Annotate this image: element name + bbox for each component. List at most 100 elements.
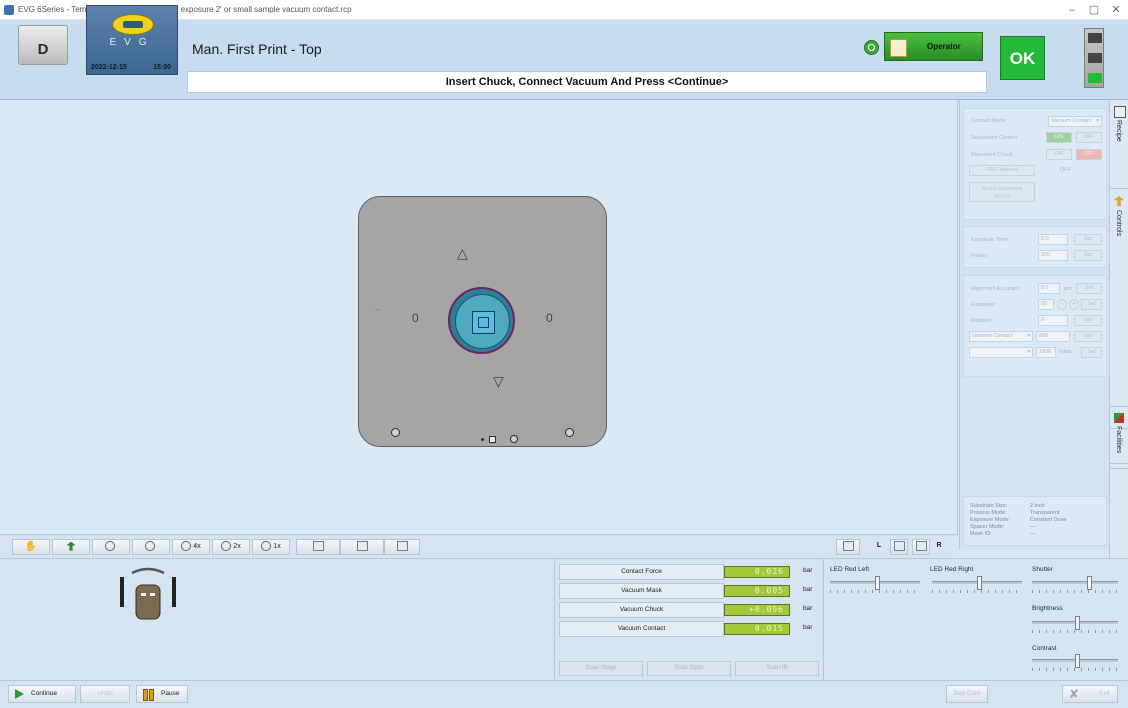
alignment-chuck-on-button[interactable]: ON [1046, 149, 1072, 160]
undo-button[interactable]: Undo [80, 685, 130, 703]
tab-facilities-label: Facilities [1115, 426, 1122, 454]
exposure-time-input[interactable]: 5.0 [1038, 234, 1068, 245]
rotation-set-button[interactable]: Set [1074, 315, 1102, 326]
device-status-panel [0, 558, 555, 680]
view-mode-button-1[interactable] [296, 539, 340, 555]
led-red-left-slider[interactable] [830, 576, 920, 593]
logo-text: EVG [109, 37, 155, 48]
zoom-out-button[interactable] [132, 539, 170, 555]
led-red-right-slider[interactable] [932, 576, 1022, 593]
tick-mark-icon: – [375, 305, 380, 314]
shutter-thumb[interactable] [1086, 576, 1092, 590]
exit-button[interactable]: ✘ Exit [1062, 685, 1118, 703]
maximize-button[interactable]: ▢ [1084, 3, 1104, 17]
led-red-right-thumb[interactable] [976, 576, 982, 590]
instruction-bar: Insert Chuck, Connect Vacuum And Press <… [187, 71, 987, 93]
measurement-label: Vacuum Mask [559, 583, 724, 599]
shutter-slider[interactable] [1032, 576, 1118, 593]
secondary-select[interactable]: ▾ [969, 347, 1033, 358]
measurement-row: Vacuum Contact 0.015 bar [559, 621, 821, 637]
contact-settings-group: Contact Mode: Vacuum Contact ▾ Separation… [963, 108, 1107, 220]
zoom-4x-button[interactable]: 4x [172, 539, 210, 555]
exposure-set-button[interactable]: Set [1081, 299, 1102, 310]
zoom-icon [221, 541, 232, 552]
light-tower-bottom-segment [1088, 73, 1102, 83]
measurement-unit: bar [803, 624, 813, 631]
rotation-label: Rotation: [971, 318, 994, 324]
power-set-button[interactable]: Set [1074, 250, 1102, 261]
vacuum-contact-select[interactable]: Vacuum Contact ▾ [969, 331, 1033, 342]
exposure-input[interactable]: 20 [1038, 299, 1054, 310]
left-camera-button[interactable]: L [870, 539, 888, 555]
zoom-1x-button[interactable]: 1x [252, 539, 290, 555]
action-bar: Continue Undo Pause Sep Cont ✘ Exit [0, 680, 1128, 708]
brightness-slider[interactable] [1032, 616, 1118, 633]
view-mode-button-3[interactable] [384, 539, 420, 555]
led-red-left-label: LED Red Left [830, 566, 870, 573]
separation-on-button[interactable]: ON [1046, 132, 1072, 143]
right-camera-button[interactable]: R [930, 539, 948, 555]
alignment-settings-group: Alignment Accuracy: 0.5 µm Set Exposure:… [963, 275, 1107, 377]
rotation-input[interactable]: 0 [1038, 315, 1068, 326]
led-red-left-thumb[interactable] [874, 576, 880, 590]
pec-internal-button[interactable]: PEC Internal [969, 165, 1035, 176]
sector-exposure-sub: (0,0,0) [994, 194, 1010, 200]
pan-button[interactable]: ✋ [12, 539, 50, 555]
view-mode-button-2[interactable] [340, 539, 384, 555]
alignment-accuracy-input[interactable]: 0.5 [1038, 283, 1060, 294]
contrast-slider[interactable] [1032, 654, 1118, 671]
tab-recipe[interactable]: Recipe [1110, 100, 1128, 189]
app-icon [4, 5, 14, 15]
measurement-label: Vacuum Chuck [559, 602, 724, 618]
alignment-accuracy-unit: µm [1064, 286, 1072, 292]
operator-button[interactable]: Operator [884, 32, 983, 61]
exposure-time-set-button[interactable]: Set [1074, 234, 1102, 245]
contrast-thumb[interactable] [1074, 654, 1080, 668]
process-info-box: Substrate Size: 2 inch Process Mode: Tra… [963, 496, 1107, 546]
power-input[interactable]: 220 [1038, 250, 1068, 261]
zoom-2x-button[interactable]: 2x [212, 539, 250, 555]
measurement-label: Vacuum Contact [559, 621, 724, 637]
split-view-button[interactable] [836, 539, 860, 555]
info-key: Spacer Mode: [970, 524, 1005, 530]
vacuum-value-1-input[interactable]: 800 [1036, 331, 1070, 342]
vacuum-value-2-set-button[interactable]: Set [1081, 347, 1102, 358]
continue-button[interactable]: Continue [8, 685, 76, 703]
tab-controls[interactable]: Controls [1110, 188, 1128, 429]
contact-mode-select[interactable]: Vacuum Contact ▾ [1048, 116, 1102, 127]
target-center [478, 317, 489, 328]
decrement-icon[interactable]: – [1057, 299, 1067, 310]
status-indicator-icon [864, 40, 879, 55]
scan-stage-button[interactable]: Scan Stage [559, 661, 643, 676]
vacuum-value-2-input[interactable]: 1500 [1036, 347, 1056, 358]
zoom-out-icon [145, 541, 155, 552]
separation-off-button[interactable]: OFF [1076, 132, 1102, 143]
alignment-accuracy-set-button[interactable]: Set [1076, 283, 1102, 294]
screw-right-icon [565, 428, 574, 437]
tab-facilities[interactable]: Facilities [1110, 406, 1128, 464]
d-button[interactable]: D [18, 25, 68, 65]
close-button[interactable]: ✕ [1106, 3, 1126, 17]
scan-optic-button[interactable]: Scan Optic [647, 661, 731, 676]
tab-recipe-label: Recipe [1115, 120, 1122, 142]
illumination-panel: LED Red Left LED Red Right Shutter Brigh… [824, 558, 1128, 680]
split-view-icon [842, 541, 854, 552]
scan-ir-button[interactable]: Scan IR [735, 661, 819, 676]
increment-icon[interactable]: + [1069, 299, 1079, 310]
pause-button[interactable]: Pause [136, 685, 188, 703]
vacuum-value-1-set-button[interactable]: Set [1074, 331, 1102, 342]
evg-logo-icon [112, 14, 154, 35]
alignment-chuck-off-button[interactable]: OFF [1076, 149, 1102, 160]
info-key: Substrate Size: [970, 503, 1008, 509]
left-slot-icon: 0 [412, 311, 419, 325]
zoom-in-button[interactable] [92, 539, 130, 555]
left-camera-view-button[interactable] [890, 539, 908, 555]
sector-exposure-button[interactable]: Sector Exposure (0,0,0) [969, 182, 1035, 202]
right-camera-view-button[interactable] [912, 539, 930, 555]
brightness-thumb[interactable] [1074, 616, 1080, 630]
minimize-button[interactable]: – [1062, 3, 1082, 17]
pin-button[interactable] [52, 539, 90, 555]
exposure-settings-group: Exposure Time: 5.0 Set Power: 220 Set [963, 226, 1107, 268]
sep-cont-button[interactable]: Sep Cont [946, 685, 988, 703]
slider-ticks [1032, 590, 1118, 593]
